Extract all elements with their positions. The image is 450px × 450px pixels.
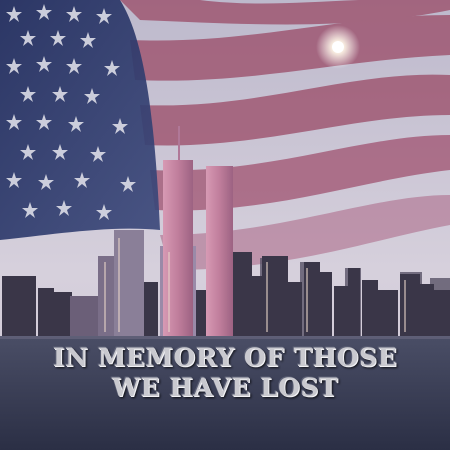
- north-tower: [163, 160, 193, 338]
- memorial-text-line-1: IN MEMORY OF THOSE: [52, 343, 398, 372]
- shoreline: [0, 336, 450, 339]
- memorial-text-line-2: WE HAVE LOST: [111, 373, 339, 402]
- memorial-image: IN MEMORY OF THOSE WE HAVE LOST: [0, 0, 450, 450]
- moon-core: [332, 41, 344, 53]
- antenna: [178, 126, 180, 160]
- south-tower: [206, 166, 233, 338]
